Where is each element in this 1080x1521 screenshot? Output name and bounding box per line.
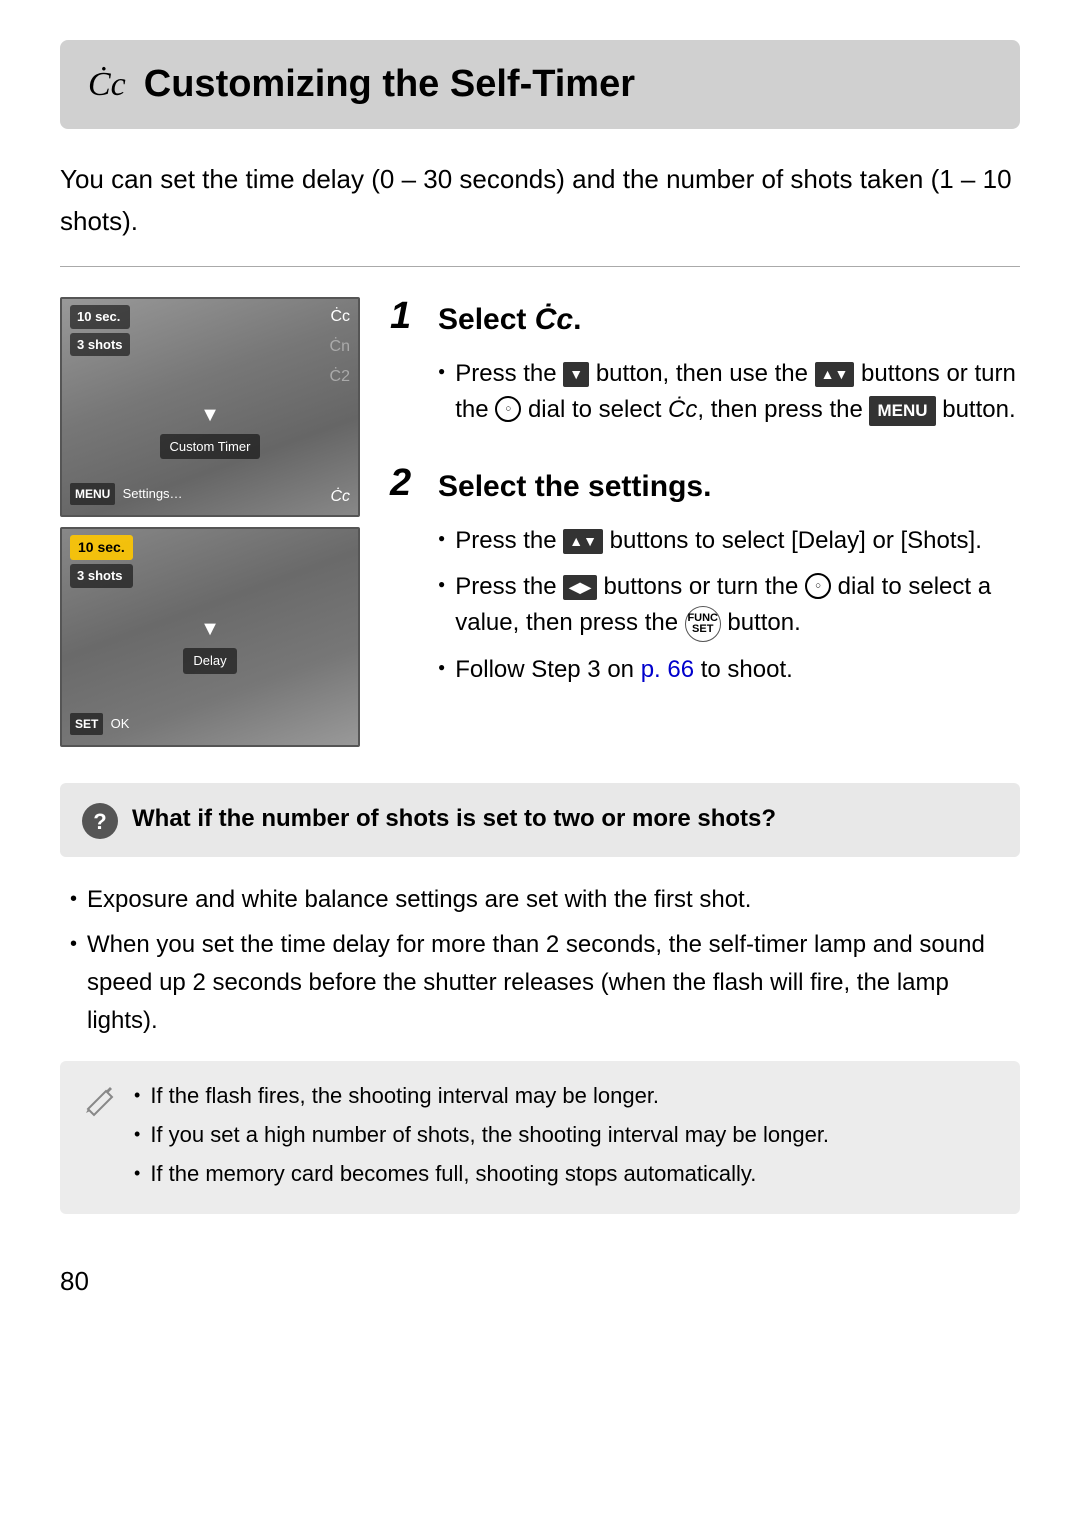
note-bullet-2: If you set a high number of shots, the s… xyxy=(134,1118,829,1151)
info-bullet-1: Exposure and white balance settings are … xyxy=(70,881,1020,919)
up-down-keys-2: ▲▼ xyxy=(563,529,603,554)
osd-bottom-1: MENU Settings… Ċc xyxy=(70,470,350,509)
note-box: If the flash fires, the shooting interva… xyxy=(60,1061,1020,1214)
step-1-bullet-1-text: Press the ▼ button, then use the ▲▼ butt… xyxy=(455,356,1020,428)
pencil-icon xyxy=(80,1081,118,1130)
down-arrow-key: ▼ xyxy=(563,362,589,387)
info-bullets: Exposure and white balance settings are … xyxy=(60,881,1020,1041)
step-2-bullet-1-text: Press the ▲▼ buttons to select [Delay] o… xyxy=(455,523,982,559)
cc-ref: Ċc xyxy=(668,396,697,423)
step-1-bullet-1: Press the ▼ button, then use the ▲▼ butt… xyxy=(438,356,1020,428)
step-2-bullet-2: Press the ◀▶ buttons or turn the dial to… xyxy=(438,569,1020,642)
osd-mid-2: ▼ Delay xyxy=(70,614,350,674)
left-right-keys: ◀▶ xyxy=(563,575,597,600)
question-icon: ? xyxy=(82,803,118,839)
menu-button-label: MENU Settings… xyxy=(70,470,183,509)
note-bullets: If the flash fires, the shooting interva… xyxy=(134,1079,829,1196)
timer-icon-c2: Ċ2 xyxy=(330,365,350,389)
osd-overlay-1: 10 sec. 3 shots Ċc Ċn Ċ2 ▼ Custom Timer xyxy=(62,299,358,515)
timer-icon-cc: Ċc xyxy=(330,305,350,329)
osd-top-1: 10 sec. 3 shots Ċc Ċn Ċ2 xyxy=(70,305,350,389)
page-link: p. 66 xyxy=(641,656,694,683)
down-arrow-indicator: ▼ xyxy=(200,400,220,430)
note-bullet-2-text: If you set a high number of shots, the s… xyxy=(150,1118,829,1151)
menu-key: MENU xyxy=(869,396,935,426)
dial-icon-step1 xyxy=(495,396,521,422)
page-number: 80 xyxy=(60,1262,1020,1301)
divider xyxy=(60,266,1020,267)
page-header: Ċc Customizing the Self-Timer xyxy=(60,40,1020,129)
osd-shots-badge-2: 3 shots xyxy=(70,564,133,588)
step-2-bullets: Press the ▲▼ buttons to select [Delay] o… xyxy=(438,523,1020,688)
info-box-content: What if the number of shots is set to tw… xyxy=(132,801,776,837)
osd-mid-1: ▼ Custom Timer xyxy=(70,400,350,460)
camera-images-column: 10 sec. 3 shots Ċc Ċn Ċ2 ▼ Custom Timer xyxy=(60,297,360,747)
osd-top-left-2: 10 sec. 3 shots xyxy=(70,535,133,588)
osd-bottom-2: SET OK xyxy=(70,700,350,739)
pencil-svg xyxy=(80,1081,118,1119)
intro-text: You can set the time delay (0 – 30 secon… xyxy=(60,159,1020,242)
step-2-content: Select the settings. Press the ▲▼ button… xyxy=(438,464,1020,688)
self-timer-icon: Ċc xyxy=(88,59,126,110)
ok-label: OK xyxy=(111,716,130,731)
step-2-bullet-2-text: Press the ◀▶ buttons or turn the dial to… xyxy=(455,569,1020,642)
info-bullet-2: When you set the time delay for more tha… xyxy=(70,926,1020,1041)
step-1: 1 Select Ċc. Press the ▼ button, then us… xyxy=(390,297,1020,428)
note-bullet-3: If the memory card becomes full, shootin… xyxy=(134,1157,829,1190)
steps-column: 1 Select Ċc. Press the ▼ button, then us… xyxy=(390,297,1020,747)
cc-icon-bottom: Ċc xyxy=(330,485,350,509)
step-1-bullets: Press the ▼ button, then use the ▲▼ butt… xyxy=(438,356,1020,428)
step-2-bullet-3-text: Follow Step 3 on p. 66 to shoot. xyxy=(455,652,793,688)
custom-timer-label: Custom Timer xyxy=(160,434,261,460)
delay-label: Delay xyxy=(183,648,236,674)
osd-time-badge: 10 sec. xyxy=(70,305,130,329)
osd-overlay-2: 10 sec. 3 shots ▼ Delay SET OK xyxy=(62,529,358,745)
set-button-label: SET OK xyxy=(70,700,129,739)
info-box-title: What if the number of shots is set to tw… xyxy=(132,801,776,837)
page-title: Customizing the Self-Timer xyxy=(144,56,635,113)
settings-label: Settings… xyxy=(123,486,183,501)
up-down-keys: ▲▼ xyxy=(815,362,855,387)
info-bullet-1-text: Exposure and white balance settings are … xyxy=(87,881,751,919)
step-1-number: 1 xyxy=(390,297,422,335)
func-set-button: FUNCSET xyxy=(685,606,721,642)
osd-top-2: 10 sec. 3 shots xyxy=(70,535,350,588)
timer-icon-cn: Ċn xyxy=(330,335,350,359)
set-btn-osd: SET xyxy=(70,713,103,735)
osd-top-left-1: 10 sec. 3 shots xyxy=(70,305,130,356)
step-2-title: Select the settings. xyxy=(438,464,1020,509)
note-bullet-1-text: If the flash fires, the shooting interva… xyxy=(150,1079,659,1112)
menu-btn-osd: MENU xyxy=(70,483,115,505)
note-bullet-3-text: If the memory card becomes full, shootin… xyxy=(150,1157,756,1190)
step-2-number: 2 xyxy=(390,464,422,502)
step-2-bullet-1: Press the ▲▼ buttons to select [Delay] o… xyxy=(438,523,1020,559)
osd-shots-badge: 3 shots xyxy=(70,333,130,357)
osd-icons-right: Ċc Ċn Ċ2 xyxy=(330,305,350,389)
note-bullet-1: If the flash fires, the shooting interva… xyxy=(134,1079,829,1112)
camera-screen-step1: 10 sec. 3 shots Ċc Ċn Ċ2 ▼ Custom Timer xyxy=(60,297,360,517)
info-box: ? What if the number of shots is set to … xyxy=(60,783,1020,857)
step-1-content: Select Ċc. Press the ▼ button, then use … xyxy=(438,297,1020,428)
osd-time-badge-2: 10 sec. xyxy=(70,535,133,560)
step-1-title: Select Ċc. xyxy=(438,297,1020,342)
step-2-title-text: Select the settings. xyxy=(438,464,711,509)
content-area: 10 sec. 3 shots Ċc Ċn Ċ2 ▼ Custom Timer xyxy=(60,297,1020,747)
step-2-bullet-3: Follow Step 3 on p. 66 to shoot. xyxy=(438,652,1020,688)
camera-screen-step2: 10 sec. 3 shots ▼ Delay SET OK xyxy=(60,527,360,747)
step-2: 2 Select the settings. Press the ▲▼ butt… xyxy=(390,464,1020,688)
info-bullet-2-text: When you set the time delay for more tha… xyxy=(87,926,1020,1041)
down-arrow-indicator-2: ▼ xyxy=(200,614,220,644)
dial-icon-step2 xyxy=(805,573,831,599)
step-1-title-text: Select Ċc. xyxy=(438,297,581,342)
